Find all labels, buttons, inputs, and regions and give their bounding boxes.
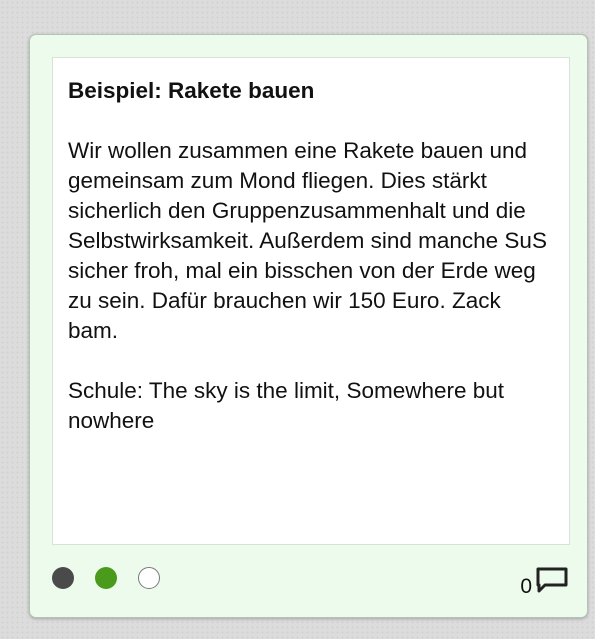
status-dot-dark [52, 567, 74, 589]
status-dot-green [95, 567, 117, 589]
comments-button[interactable]: 0 [520, 567, 568, 598]
project-card[interactable]: Beispiel: Rakete bauen Wir wollen zusamm… [29, 34, 588, 618]
card-title: Beispiel: Rakete bauen [68, 78, 315, 103]
comment-count: 0 [520, 575, 532, 598]
card-footer: 0 [52, 565, 570, 598]
card-content: Beispiel: Rakete bauen Wir wollen zusamm… [52, 57, 570, 545]
card-description: Wir wollen zusammen eine Rakete bauen un… [68, 138, 547, 343]
comment-icon [536, 567, 568, 598]
status-dot-empty [138, 567, 160, 589]
card-school: Schule: The sky is the limit, Somewhere … [68, 378, 505, 433]
